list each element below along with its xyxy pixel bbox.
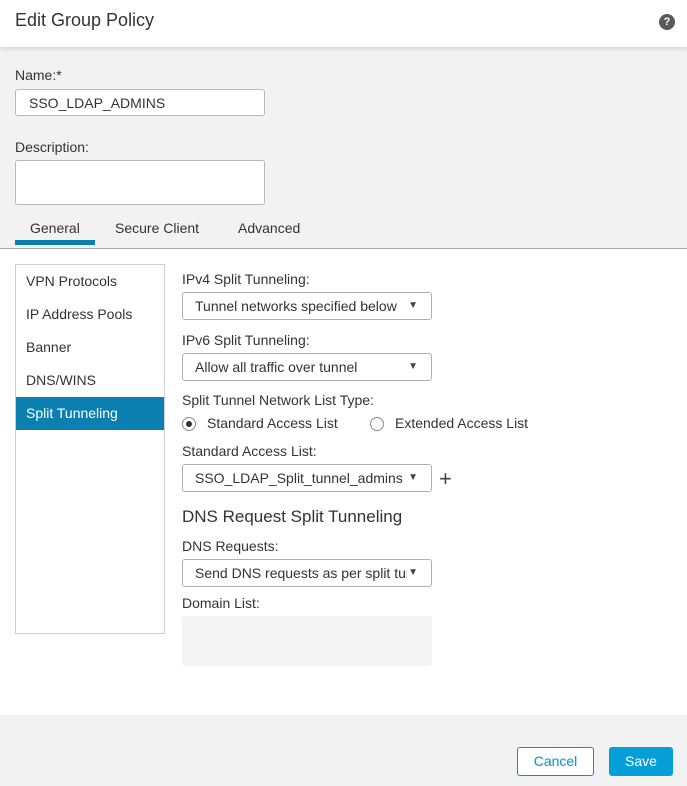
name-label: Name:*	[15, 67, 62, 83]
extended-access-list-option-label[interactable]: Extended Access List	[395, 415, 528, 431]
ipv6-split-value: Allow all traffic over tunnel	[195, 359, 358, 375]
cancel-button[interactable]: Cancel	[517, 747, 594, 776]
dns-split-title: DNS Request Split Tunneling	[182, 507, 403, 526]
chevron-down-icon: ▼	[408, 472, 418, 483]
general-info-section: Name:* Description: General Secure Clien…	[0, 47, 687, 249]
ipv6-split-label: IPv6 Split Tunneling:	[182, 332, 310, 348]
sidebar-item-dns-wins[interactable]: DNS/WINS	[16, 364, 164, 397]
chevron-down-icon: ▼	[408, 300, 418, 311]
chevron-down-icon: ▼	[408, 361, 418, 372]
side-nav: VPN Protocols IP Address Pools Banner DN…	[15, 264, 165, 634]
standard-access-list-option-label[interactable]: Standard Access List	[207, 415, 338, 431]
tab-secure-client[interactable]: Secure Client	[115, 220, 199, 236]
dialog-title: Edit Group Policy	[15, 10, 155, 30]
chevron-down-icon: ▼	[408, 567, 418, 578]
ipv4-split-label: IPv4 Split Tunneling:	[182, 271, 310, 287]
radio-extended-access-list[interactable]	[370, 417, 384, 431]
standard-acl-select[interactable]: SSO_LDAP_Split_tunnel_admins ▼	[182, 464, 432, 492]
standard-acl-label: Standard Access List:	[182, 443, 317, 459]
sidebar-item-banner[interactable]: Banner	[16, 331, 164, 364]
description-input[interactable]	[15, 160, 265, 205]
name-input[interactable]	[15, 89, 265, 116]
standard-acl-value: SSO_LDAP_Split_tunnel_admins	[195, 470, 403, 486]
sidebar-item-split-tunneling[interactable]: Split Tunneling	[16, 397, 164, 430]
description-label: Description:	[15, 139, 89, 155]
ipv6-split-select[interactable]: Allow all traffic over tunnel ▼	[182, 353, 432, 381]
active-tab-indicator	[15, 240, 95, 245]
ipv4-split-value: Tunnel networks specified below	[195, 298, 397, 314]
sidebar-item-ip-address-pools[interactable]: IP Address Pools	[16, 298, 164, 331]
tab-advanced[interactable]: Advanced	[238, 220, 300, 236]
sidebar-item-vpn-protocols[interactable]: VPN Protocols	[16, 265, 164, 298]
dns-requests-label: DNS Requests:	[182, 538, 279, 554]
dialog-header: Edit Group Policy ?	[0, 0, 687, 47]
dns-requests-select[interactable]: Send DNS requests as per split tunnel po…	[182, 559, 432, 587]
help-icon[interactable]: ?	[659, 14, 675, 30]
radio-standard-access-list[interactable]	[182, 417, 196, 431]
domain-list-input[interactable]	[182, 616, 432, 666]
ipv4-split-select[interactable]: Tunnel networks specified below ▼	[182, 292, 432, 320]
add-acl-plus-icon[interactable]: +	[439, 468, 452, 490]
list-type-label: Split Tunnel Network List Type:	[182, 392, 374, 408]
save-button[interactable]: Save	[609, 747, 673, 776]
dns-requests-value: Send DNS requests as per split tunnel po…	[195, 565, 407, 581]
domain-list-label: Domain List:	[182, 595, 260, 611]
tab-general[interactable]: General	[30, 220, 80, 236]
